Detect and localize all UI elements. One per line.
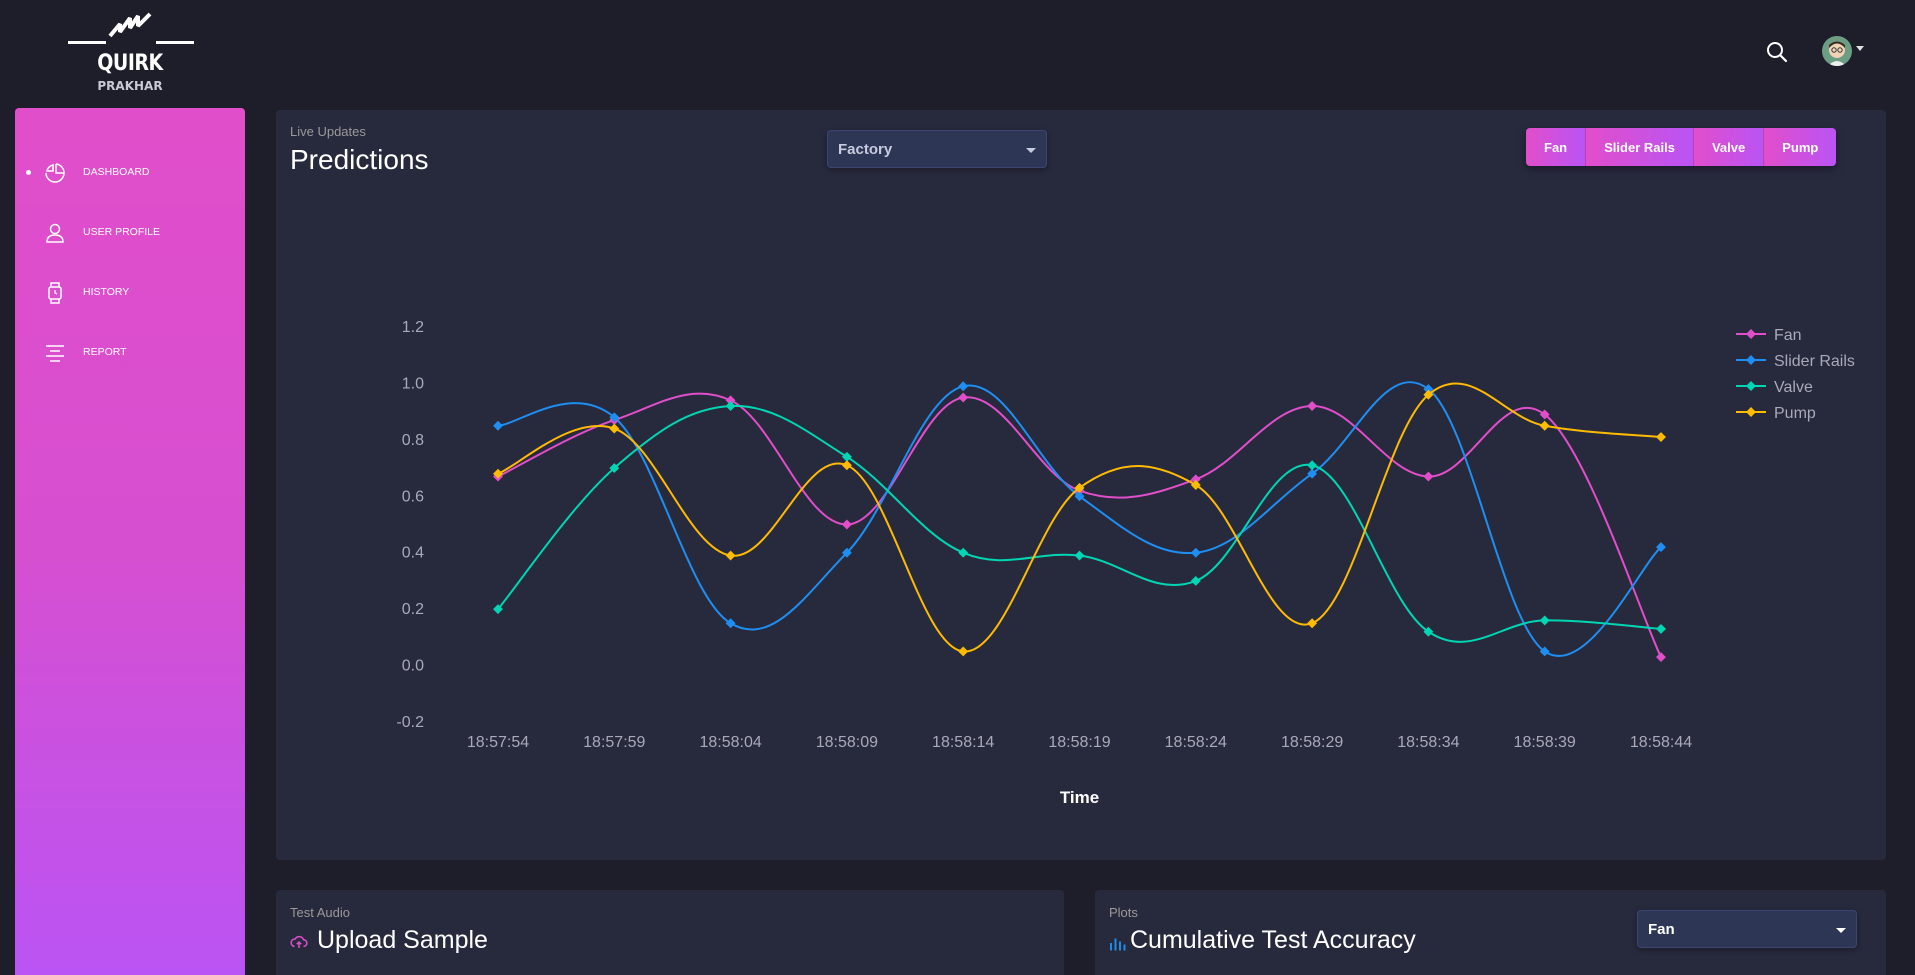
data-point-fan bbox=[841, 519, 852, 530]
data-point-fan bbox=[958, 392, 969, 403]
predictions-chart: 1.2 1.0 0.8 0.6 0.4 0.2 0.0 -0.2 18:57:54 18:57:5… bbox=[396, 319, 1855, 807]
legend-marker-pump bbox=[1746, 407, 1756, 417]
legend-label-slider-rails: Slider Rails bbox=[1774, 353, 1855, 370]
data-point-slider-rails bbox=[958, 381, 969, 392]
legend-marker-valve bbox=[1746, 381, 1756, 391]
data-point-pump bbox=[841, 460, 852, 471]
card-category: Test Audio bbox=[290, 905, 350, 920]
data-point-valve bbox=[1656, 623, 1666, 634]
data-point-pump bbox=[609, 423, 620, 434]
legend-label-pump: Pump bbox=[1774, 405, 1816, 422]
cloud-upload-icon bbox=[290, 935, 308, 948]
x-tick-label: 18:57:59 bbox=[583, 734, 645, 751]
x-tick-label: 18:58:44 bbox=[1630, 734, 1692, 751]
data-point-valve bbox=[958, 547, 969, 558]
y-tick-label: -0.2 bbox=[396, 714, 424, 731]
data-point-fan bbox=[1656, 652, 1666, 663]
y-tick-label: 0.6 bbox=[402, 488, 424, 505]
x-tick-label: 18:57:54 bbox=[467, 734, 529, 751]
legend-marker-fan bbox=[1746, 329, 1756, 339]
data-point-slider-rails bbox=[493, 420, 503, 431]
x-tick-label: 18:58:34 bbox=[1397, 734, 1459, 751]
data-point-pump bbox=[1656, 432, 1666, 442]
data-point-valve bbox=[1539, 615, 1550, 626]
data-point-fan bbox=[1423, 471, 1434, 482]
data-point-slider-rails bbox=[1190, 547, 1201, 558]
data-point-pump bbox=[725, 550, 736, 561]
accuracy-machine-select[interactable]: Fan bbox=[1637, 910, 1857, 948]
accuracy-title: Cumulative Test Accuracy bbox=[1130, 926, 1416, 954]
legend-label-fan: Fan bbox=[1774, 327, 1802, 344]
x-axis-title: Time bbox=[1060, 788, 1099, 807]
data-point-valve bbox=[1190, 575, 1201, 586]
chevron-down-icon bbox=[1836, 928, 1846, 933]
y-tick-label: 1.0 bbox=[402, 375, 424, 392]
legend-marker-slider-rails bbox=[1746, 355, 1756, 365]
data-point-valve bbox=[1074, 550, 1085, 561]
x-tick-label: 18:58:14 bbox=[932, 734, 994, 751]
x-tick-label: 18:58:04 bbox=[699, 734, 761, 751]
data-point-valve bbox=[1307, 460, 1318, 471]
data-point-pump bbox=[1307, 618, 1318, 629]
bar-chart-icon bbox=[1110, 938, 1126, 951]
data-point-pump bbox=[1539, 420, 1550, 431]
x-tick-label: 18:58:29 bbox=[1281, 734, 1343, 751]
x-tick-label: 18:58:19 bbox=[1048, 734, 1110, 751]
data-point-pump bbox=[958, 646, 969, 657]
y-tick-label: 0.2 bbox=[402, 601, 424, 618]
card-category: Plots bbox=[1109, 905, 1138, 920]
y-tick-label: 0.0 bbox=[402, 658, 424, 675]
legend-label-valve: Valve bbox=[1774, 379, 1813, 396]
x-tick-label: 18:58:09 bbox=[816, 734, 878, 751]
data-point-fan bbox=[1307, 401, 1318, 411]
y-tick-label: 1.2 bbox=[402, 319, 424, 336]
upload-title: Upload Sample bbox=[317, 926, 488, 954]
x-tick-label: 18:58:39 bbox=[1514, 734, 1576, 751]
select-value: Fan bbox=[1648, 921, 1675, 938]
y-tick-label: 0.8 bbox=[402, 432, 424, 449]
x-tick-label: 18:58:24 bbox=[1165, 734, 1227, 751]
y-tick-label: 0.4 bbox=[402, 545, 424, 562]
